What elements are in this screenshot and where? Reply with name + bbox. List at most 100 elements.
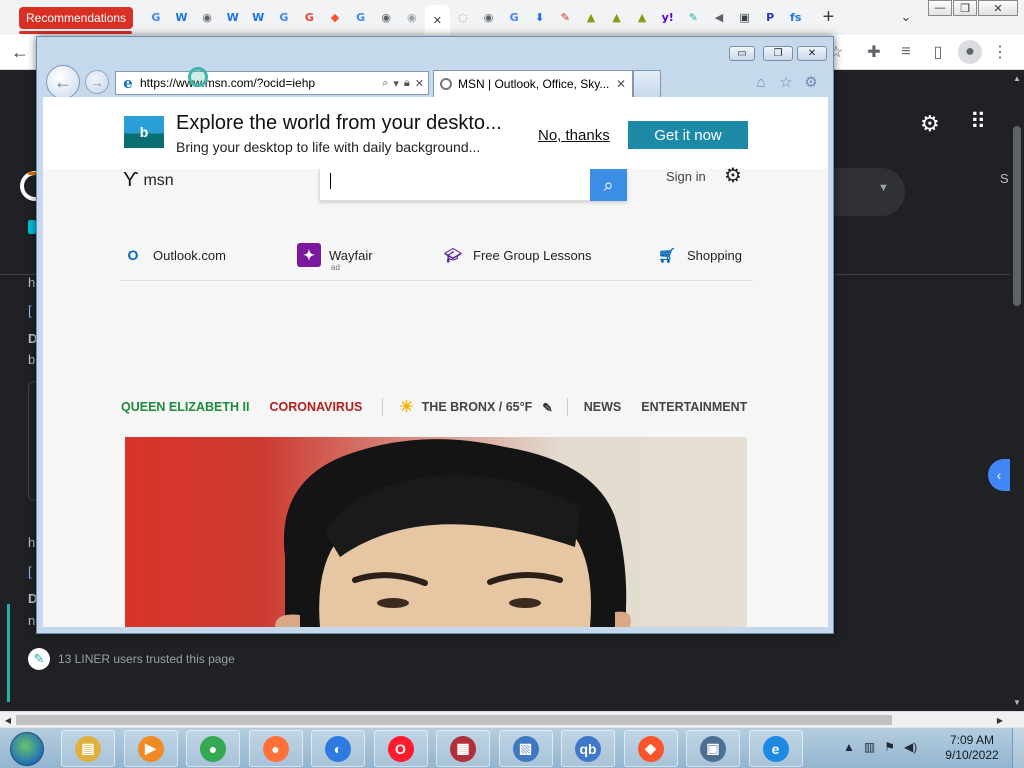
ie-back-button[interactable]: ← — [46, 65, 80, 99]
pinned-tab[interactable]: ✎ — [681, 5, 707, 31]
taskbar-app-qbittorrent[interactable]: qb — [561, 730, 615, 767]
close-window-button[interactable]: ✕ — [978, 0, 1018, 16]
taskbar-app-file-explorer[interactable]: ▤ — [61, 730, 115, 767]
pinned-tab[interactable]: y! — [655, 5, 681, 31]
profile-avatar[interactable]: ● — [958, 40, 982, 64]
pinned-tab[interactable]: G — [271, 5, 297, 31]
pinned-tab[interactable]: ▲ — [604, 5, 630, 31]
msn-search-button[interactable]: ⌕ — [590, 169, 627, 201]
taskbar-app-avast-browser[interactable]: ◐ — [311, 730, 365, 767]
minimize-button[interactable]: — — [928, 0, 952, 16]
side-panel-icon[interactable]: ▯ — [926, 40, 950, 64]
hero-news-image[interactable] — [125, 437, 747, 627]
nav-news[interactable]: NEWS — [584, 400, 622, 414]
apps-grid-icon[interactable]: ⠿ — [970, 109, 986, 135]
pinned-tab[interactable]: ◉ — [476, 5, 502, 31]
taskbar-app-media-player[interactable]: ▶ — [123, 730, 178, 767]
dropdown-caret-icon[interactable]: ▼ — [878, 182, 889, 194]
sign-in-link[interactable]: Sign in — [666, 169, 706, 184]
network-icon[interactable]: ▥ — [864, 740, 875, 754]
pinned-tab[interactable]: ▣ — [732, 5, 758, 31]
pinned-tab[interactable]: ◌ — [450, 5, 476, 31]
nav-queen-elizabeth[interactable]: QUEEN ELIZABETH II — [121, 400, 249, 414]
msn-search-input[interactable] — [319, 169, 627, 201]
horizontal-scroll-thumb[interactable] — [16, 715, 892, 725]
vertical-scrollbar[interactable]: ▲ ▼ — [1010, 71, 1024, 711]
settings-gear-icon[interactable]: ⚙ — [920, 111, 940, 137]
search-icon[interactable]: ⌕ — [382, 77, 388, 90]
chrome-menu-icon[interactable]: ⋮ — [988, 40, 1012, 64]
dropdown-icon[interactable]: ▾ — [393, 77, 399, 90]
ie-close-button[interactable]: ✕ — [797, 46, 827, 61]
taskbar-app-brave[interactable]: ◆ — [623, 730, 678, 767]
scroll-up-arrow-icon[interactable]: ▲ — [1010, 71, 1024, 85]
new-tab-button[interactable]: + — [817, 6, 841, 30]
scroll-right-arrow-icon[interactable]: ▶ — [992, 712, 1008, 728]
nav-weather[interactable]: THE BRONX / 65°F — [422, 400, 533, 414]
horizontal-scrollbar[interactable]: ◀ ▶ — [0, 711, 1024, 727]
favorites-star-icon[interactable]: ☆ — [777, 73, 795, 91]
pinned-tab[interactable]: ◉ — [399, 5, 425, 31]
taskbar-app-chrome[interactable]: ● — [186, 730, 240, 767]
action-center-flag-icon[interactable]: ⚑ — [884, 740, 895, 754]
pinned-tab[interactable]: G — [348, 5, 374, 31]
ie-tab-close-icon[interactable]: ✕ — [614, 77, 628, 91]
pinned-tab[interactable]: ◉ — [194, 5, 220, 31]
quicklink-shopping[interactable]: 🛒︎ Shopping — [655, 243, 742, 267]
ie-new-tab-button[interactable] — [633, 70, 661, 97]
ie-address-bar[interactable]: e https://www.msn.com/?ocid=iehp ⌕ ▾ 🔒︎ … — [115, 71, 429, 95]
show-desktop-button[interactable] — [1012, 728, 1024, 768]
reading-list-icon[interactable]: ≡ — [894, 40, 918, 64]
pinned-tab[interactable]: G — [297, 5, 323, 31]
taskbar-app-control-panel[interactable]: ▧ — [498, 730, 553, 767]
pinned-tab[interactable]: W — [169, 5, 195, 31]
stop-icon[interactable]: ✕ — [415, 77, 424, 90]
taskbar-app-opera[interactable]: O — [373, 730, 428, 767]
back-arrow-icon[interactable]: ← — [8, 40, 32, 64]
pinned-tab[interactable]: ◆ — [322, 5, 348, 31]
ie-minimize-button[interactable]: ▭ — [729, 46, 755, 61]
ie-url-text[interactable]: https://www.msn.com/?ocid=iehp — [140, 76, 315, 90]
pinned-tab[interactable]: P — [757, 5, 783, 31]
pinned-tab[interactable]: G — [501, 5, 527, 31]
quicklink-free-group-lessons[interactable]: 🎓︎ Free Group Lessons — [441, 243, 591, 267]
pinned-tab[interactable]: ⬇ — [527, 5, 553, 31]
tab-search-chevron-icon[interactable]: ⌄ — [895, 6, 917, 28]
taskbar-app-network-computer[interactable]: ▣ — [686, 730, 740, 767]
ie-restore-button[interactable]: ❐ — [763, 46, 793, 61]
no-thanks-link[interactable]: No, thanks — [538, 127, 610, 144]
ie-forward-button[interactable]: → — [85, 70, 109, 94]
pinned-tab[interactable]: ✕ — [424, 5, 451, 35]
nav-entertainment[interactable]: ENTERTAINMENT — [641, 400, 747, 414]
pinned-tab[interactable]: ◉ — [373, 5, 399, 31]
quicklink-wayfair[interactable]: ✦ Wayfair ad — [297, 243, 373, 272]
pinned-tab[interactable]: ▲ — [578, 5, 604, 31]
collapse-chevron-button[interactable]: ‹ — [988, 459, 1010, 491]
pinned-tab[interactable]: W — [245, 5, 271, 31]
taskbar-app-firefox[interactable]: ● — [248, 730, 303, 767]
pinned-tab[interactable]: fs — [783, 5, 809, 31]
pinned-tab[interactable]: G — [143, 5, 169, 31]
ie-tab-msn[interactable]: MSN | Outlook, Office, Sky... ✕ — [433, 70, 633, 97]
taskbar-app-winrar[interactable]: ▦ — [436, 730, 490, 767]
taskbar-clock[interactable]: 7:09 AM 9/10/2022 — [938, 733, 1006, 763]
vertical-scroll-thumb[interactable] — [1013, 126, 1021, 306]
quicklink-outlook[interactable]: O Outlook.com — [121, 243, 226, 267]
volume-icon[interactable]: ◀) — [904, 740, 917, 754]
tab-group-recommendations[interactable]: Recommendations — [19, 6, 134, 29]
scroll-left-arrow-icon[interactable]: ◀ — [0, 712, 16, 728]
extensions-puzzle-icon[interactable]: ✚ — [862, 40, 886, 64]
pinned-tab[interactable]: ✎ — [553, 5, 579, 31]
pinned-tab[interactable]: ▲ — [629, 5, 655, 31]
pinned-tab[interactable]: ◀ — [706, 5, 732, 31]
pinned-tab[interactable]: W — [220, 5, 246, 31]
home-icon[interactable]: ⌂ — [752, 73, 770, 91]
edit-pencil-icon[interactable]: ✎ — [542, 400, 552, 415]
msn-logo[interactable]: ϒ msn — [123, 169, 174, 192]
start-button[interactable] — [2, 729, 52, 768]
lock-icon[interactable]: 🔒︎ — [404, 77, 410, 90]
maximize-button[interactable]: ❐ — [953, 0, 977, 16]
tools-gear-icon[interactable]: ⚙ — [802, 73, 820, 91]
tray-overflow-icon[interactable]: ▲ — [843, 740, 855, 754]
scroll-down-arrow-icon[interactable]: ▼ — [1010, 695, 1024, 709]
